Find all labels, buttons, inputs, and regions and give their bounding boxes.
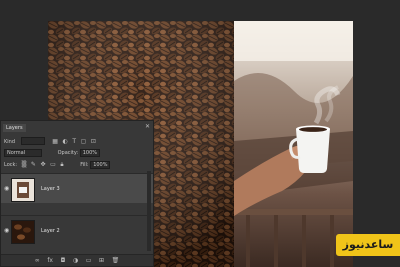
layer-row-layer-2[interactable]: ◉ Layer 2 [1,215,153,245]
lock-all-icon[interactable]: 🔒︎ [60,161,63,169]
coffee-cup-photo [234,21,353,267]
type-filter-icon[interactable]: T [72,138,76,145]
smart-filter-icon[interactable]: ⊡ [91,138,96,145]
group-icon[interactable]: ▭ [86,257,92,264]
layer-row-layer-3[interactable]: ◉ Layer 3 [1,173,153,203]
opacity-label: Opacity: [57,150,79,156]
blend-row: Normal Opacity: 100% [1,149,153,157]
layers-panel: Layers ✕ Kind ▦ ◐ T ▢ ⊡ Normal Opacity: … [0,120,154,267]
new-layer-icon[interactable]: ⊞ [99,257,104,264]
layer-thumbnail [11,178,35,202]
blend-mode-select[interactable]: Normal [4,149,42,157]
watermark-logo: ساعدنیوز [336,234,400,256]
lock-artboard-icon[interactable]: ▭ [50,161,56,168]
filter-row: Kind ▦ ◐ T ▢ ⊡ [1,137,153,145]
close-panel-icon[interactable]: ✕ [145,123,150,130]
layers-scrollbar[interactable] [147,171,151,251]
layer-thumbnail [11,220,35,244]
layer-name[interactable]: Layer 2 [41,228,60,234]
lock-move-icon[interactable]: ✥ [41,161,46,168]
link-icon[interactable]: ∞ [35,257,40,264]
shape-filter-icon[interactable]: ▢ [81,138,87,145]
trash-icon[interactable]: 🗑︎ [112,257,120,264]
layer-name[interactable]: Layer 3 [41,186,60,192]
visibility-eye-icon[interactable]: ◉ [4,227,9,234]
layers-bottom-toolbar: ∞ fx ◘ ◑ ▭ ⊞ 🗑︎ [1,254,153,266]
watermark-text: ساعدنیوز [342,238,394,251]
pixel-filter-icon[interactable]: ▦ [52,138,58,145]
lock-pixels-icon[interactable]: ▒ [22,161,27,168]
fill-label: Fill: [80,162,89,168]
lock-paint-icon[interactable]: ✎ [31,161,36,168]
adjustment-filter-icon[interactable]: ◐ [62,138,67,145]
mask-icon[interactable]: ◘ [61,257,66,264]
tab-layers[interactable]: Layers [3,124,26,132]
kind-select[interactable] [20,137,45,145]
lock-label: Lock: [4,162,18,168]
filter-kind-label[interactable]: Kind [4,139,15,145]
opacity-input[interactable]: 100% [79,149,101,157]
adjustment-icon[interactable]: ◑ [73,257,78,264]
fill-input[interactable]: 100% [90,161,111,169]
lock-row: Lock: ▒ ✎ ✥ ▭ 🔒︎ Fill: 100% [1,161,153,169]
fx-icon[interactable]: fx [47,257,53,264]
visibility-eye-icon[interactable]: ◉ [4,185,9,192]
